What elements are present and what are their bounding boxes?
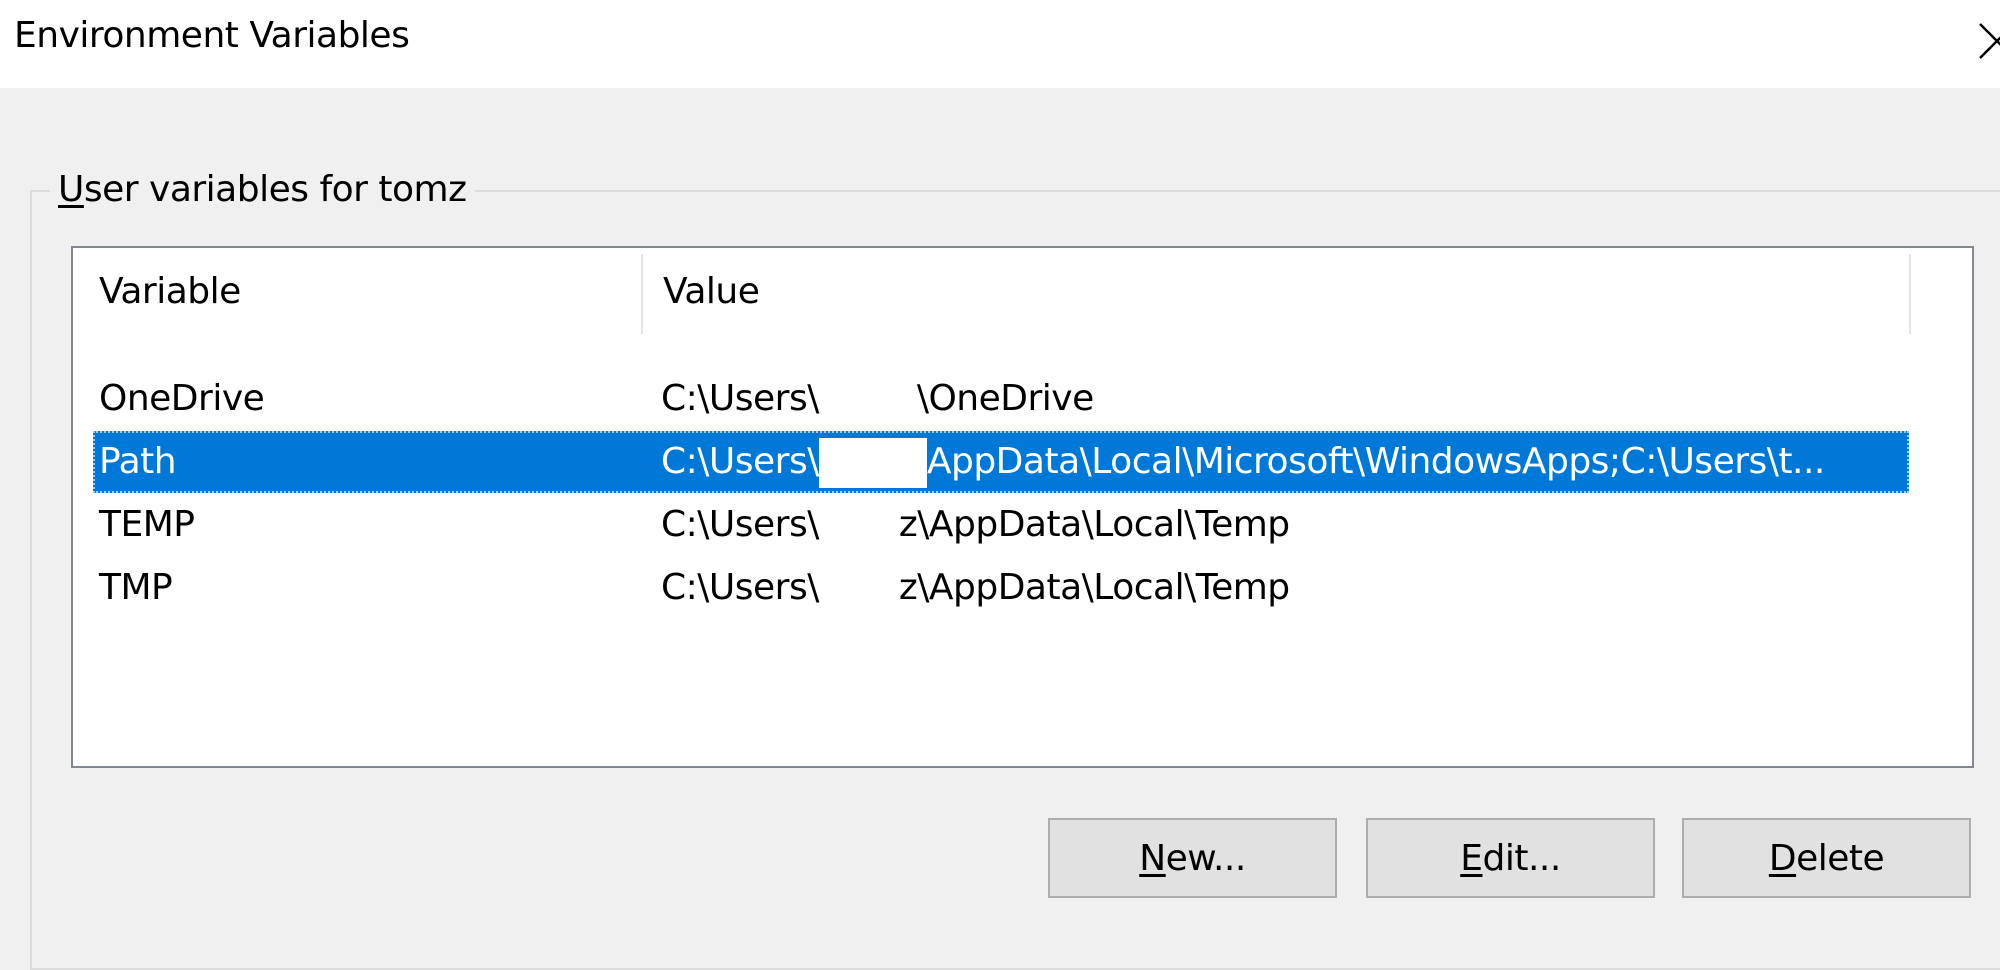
table-row-selected[interactable]: Path C:\Users\ AppData\Local\Microsoft\Wi… bbox=[93, 431, 1909, 493]
variable-value: C:\Users\ \OneDrive bbox=[661, 378, 1094, 419]
variable-value: C:\Users\ z\AppData\Local\Temp bbox=[661, 504, 1290, 545]
table-row[interactable]: TEMP C:\Users\ z\AppData\Local\Temp bbox=[93, 494, 1909, 556]
table-row[interactable]: TMP C:\Users\ z\AppData\Local\Temp bbox=[93, 557, 1909, 619]
window-title: Environment Variables bbox=[14, 15, 410, 56]
variable-value: C:\Users\ AppData\Local\Microsoft\Windows… bbox=[661, 431, 1901, 493]
new-button[interactable]: New... bbox=[1048, 818, 1337, 898]
column-divider[interactable] bbox=[641, 254, 643, 334]
table-row[interactable]: OneDrive C:\Users\ \OneDrive bbox=[93, 368, 1909, 430]
close-button[interactable] bbox=[1974, 0, 2000, 88]
close-icon bbox=[1979, 23, 2000, 59]
user-variables-list[interactable]: Variable Value OneDrive C:\Users\ \OneDri… bbox=[71, 246, 1974, 768]
group-label: User variables for tomz bbox=[50, 170, 475, 210]
title-bar: Environment Variables bbox=[0, 0, 2000, 88]
variable-name: OneDrive bbox=[99, 378, 265, 419]
variable-name: Path bbox=[99, 441, 177, 482]
delete-button[interactable]: Delete bbox=[1682, 818, 1971, 898]
variable-value: C:\Users\ z\AppData\Local\Temp bbox=[661, 567, 1290, 608]
column-header-value[interactable]: Value bbox=[663, 248, 760, 334]
redacted-region bbox=[818, 438, 927, 488]
variable-name: TMP bbox=[99, 567, 173, 608]
variable-name: TEMP bbox=[99, 504, 195, 545]
edit-button[interactable]: Edit... bbox=[1366, 818, 1655, 898]
column-divider[interactable] bbox=[1909, 254, 1911, 334]
column-header-variable[interactable]: Variable bbox=[99, 248, 241, 334]
